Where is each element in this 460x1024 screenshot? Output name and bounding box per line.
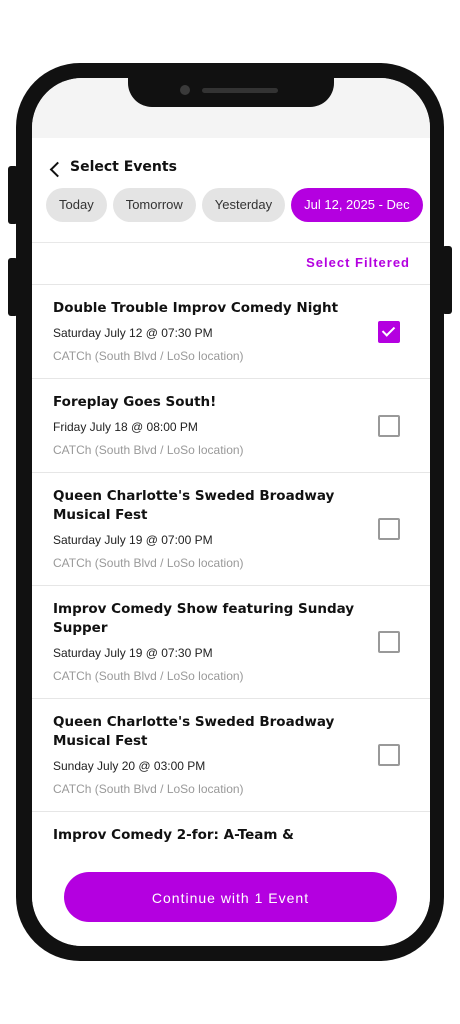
event-date: Saturday July 19 @ 07:00 PM [53,533,213,547]
event-checkbox[interactable] [378,414,400,437]
event-location: CATCh (South Blvd / LoSo location) [53,669,244,683]
event-title: Double Trouble Improv Comedy Night [53,300,339,316]
event-date: Friday July 18 @ 08:00 PM [53,420,198,434]
event-date: Saturday July 19 @ 07:30 PM [53,646,213,660]
page-title: Select Events [70,159,177,175]
chip-yesterday[interactable]: Yesterday [201,188,286,222]
camera-icon [180,85,190,95]
event-row[interactable]: Queen Charlotte's Sweded Broadway Musica… [32,473,430,586]
notch [128,78,334,107]
event-title: Improv Comedy Show featuring Sunday Supp… [53,601,355,636]
event-row[interactable]: Improv Comedy 2-for: A-Team & Improvised [32,812,430,845]
event-checkbox[interactable] [378,744,400,766]
event-row[interactable]: Queen Charlotte's Sweded Broadway Musica… [32,699,430,812]
phone-side-button [8,258,18,316]
event-title: Foreplay Goes South! [53,394,217,410]
check-icon [381,322,396,337]
event-title: Queen Charlotte's Sweded Broadway Musica… [53,714,335,749]
chip-today[interactable]: Today [46,188,107,222]
event-checkbox[interactable] [378,631,400,653]
phone-side-button [442,246,452,314]
event-location: CATCh (South Blvd / LoSo location) [53,443,244,457]
event-list: Double Trouble Improv Comedy Night Satur… [32,284,430,845]
speaker-icon [202,88,278,93]
event-checkbox[interactable] [378,518,400,540]
event-checkbox[interactable] [378,320,400,343]
event-location: CATCh (South Blvd / LoSo location) [53,782,244,796]
back-arrow-icon[interactable] [49,161,66,178]
phone-screen: Select Events Today Tomorrow Yesterday Jul … [32,78,430,946]
event-location: CATCh (South Blvd / LoSo location) [53,556,244,570]
event-date: Saturday July 12 @ 07:30 PM [53,326,213,340]
header: Select Events Today Tomorrow Yesterday Jul … [32,138,430,243]
event-row[interactable]: Foreplay Goes South! Friday July 18 @ 08… [32,379,430,473]
chip-date-range[interactable]: Jul 12, 2025 - Dec [291,188,423,222]
event-location: CATCh (South Blvd / LoSo location) [53,349,244,363]
event-title: Improv Comedy 2-for: A-Team & Improvised [53,827,294,843]
select-filtered-button[interactable]: Select Filtered [306,255,410,270]
phone-side-button [8,166,18,224]
event-row[interactable]: Improv Comedy Show featuring Sunday Supp… [32,586,430,699]
continue-button[interactable]: Continue with 1 Event [64,872,397,922]
bottom-bar: Continue with 1 Event [32,844,430,946]
event-date: Sunday July 20 @ 03:00 PM [53,759,206,773]
chip-tomorrow[interactable]: Tomorrow [112,188,196,222]
event-title: Queen Charlotte's Sweded Broadway Musica… [53,488,335,523]
date-filter-chips: Today Tomorrow Yesterday Jul 12, 2025 - Dec [46,188,430,222]
event-row[interactable]: Double Trouble Improv Comedy Night Satur… [32,285,430,379]
